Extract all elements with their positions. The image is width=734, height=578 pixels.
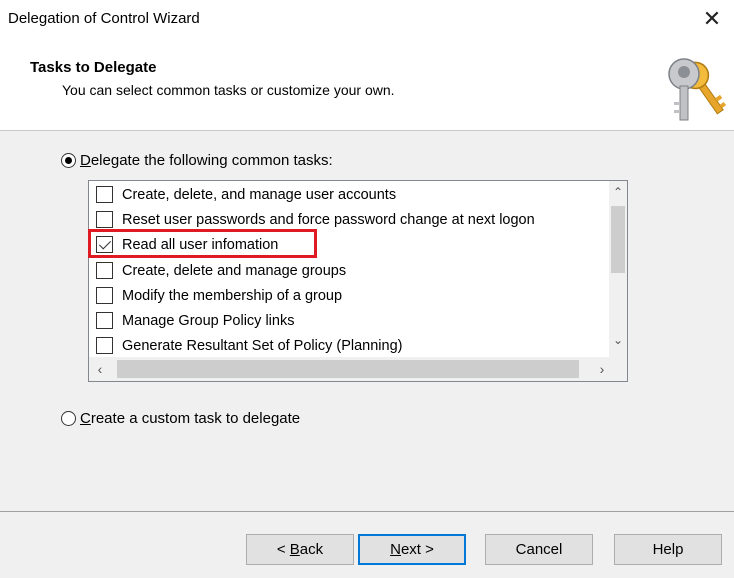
label-text: reate a custom task to delegate bbox=[90, 410, 301, 427]
window-title: Delegation of Control Wizard bbox=[8, 10, 200, 27]
list-item[interactable]: Manage Group Policy links bbox=[96, 308, 294, 333]
help-button[interactable]: Help bbox=[614, 534, 722, 565]
checkbox[interactable] bbox=[96, 337, 113, 354]
close-icon[interactable]: ✕ bbox=[698, 4, 726, 34]
scroll-down-icon[interactable]: ⌄ bbox=[609, 333, 627, 347]
list-item[interactable]: Modify the membership of a group bbox=[96, 283, 342, 308]
scroll-up-icon[interactable]: ⌃ bbox=[609, 185, 627, 199]
access-key: B bbox=[289, 541, 300, 558]
checkbox[interactable] bbox=[96, 211, 113, 228]
task-label: Create, delete and manage groups bbox=[122, 262, 347, 279]
scroll-right-icon[interactable]: › bbox=[593, 361, 611, 377]
delegate-common-tasks-radio[interactable]: Delegate the following common tasks: bbox=[61, 152, 333, 169]
checkbox[interactable] bbox=[96, 287, 113, 304]
cancel-button[interactable]: Cancel bbox=[485, 534, 593, 565]
radio-unselected-icon[interactable] bbox=[61, 411, 76, 426]
task-label: Modify the membership of a group bbox=[122, 287, 343, 304]
custom-task-radio[interactable]: Create a custom task to delegate bbox=[61, 410, 300, 427]
list-item[interactable]: Create, delete and manage groups bbox=[96, 258, 346, 283]
common-tasks-list[interactable]: Create, delete, and manage user accounts… bbox=[88, 180, 628, 382]
highlight-box bbox=[88, 229, 317, 258]
back-label: ack bbox=[299, 541, 324, 558]
vertical-scrollbar[interactable]: ⌃ ⌄ bbox=[609, 181, 627, 357]
access-key: C bbox=[80, 410, 91, 427]
radio-label: Delegate the following common tasks: bbox=[80, 152, 333, 169]
radio-selected-icon[interactable] bbox=[61, 153, 76, 168]
page-title: Tasks to Delegate bbox=[30, 59, 157, 76]
task-label: Manage Group Policy links bbox=[122, 312, 295, 329]
checkbox[interactable] bbox=[96, 312, 113, 329]
task-label: Generate Resultant Set of Policy (Planni… bbox=[122, 337, 403, 354]
footer-divider bbox=[0, 511, 734, 512]
tasks-items: Create, delete, and manage user accounts… bbox=[89, 181, 617, 357]
horizontal-scroll-thumb[interactable] bbox=[117, 360, 579, 378]
list-item[interactable]: Create, delete, and manage user accounts bbox=[96, 182, 396, 207]
horizontal-scrollbar[interactable]: ‹ › bbox=[89, 357, 627, 381]
access-key: D bbox=[80, 152, 91, 169]
vertical-scroll-thumb[interactable] bbox=[611, 206, 625, 273]
label-text: elegate the following common tasks: bbox=[90, 152, 333, 169]
task-label: Create, delete, and manage user accounts bbox=[122, 186, 397, 203]
keys-icon bbox=[668, 58, 726, 121]
page-subtitle: You can select common tasks or customize… bbox=[62, 82, 395, 98]
radio-label: Create a custom task to delegate bbox=[80, 410, 300, 427]
list-item[interactable]: Generate Resultant Set of Policy (Planni… bbox=[96, 333, 402, 357]
access-key: N bbox=[390, 541, 401, 558]
next-button[interactable]: Next > bbox=[358, 534, 466, 565]
title-bar: Delegation of Control Wizard ✕ bbox=[0, 0, 734, 40]
back-prefix: < bbox=[276, 541, 290, 558]
checkbox[interactable] bbox=[96, 186, 113, 203]
task-label: Reset user passwords and force password … bbox=[122, 211, 535, 228]
checkbox[interactable] bbox=[96, 262, 113, 279]
next-label: ext > bbox=[400, 541, 434, 558]
scroll-left-icon[interactable]: ‹ bbox=[91, 361, 109, 377]
back-button[interactable]: < Back bbox=[246, 534, 354, 565]
wizard-header: Tasks to Delegate You can select common … bbox=[0, 40, 734, 131]
